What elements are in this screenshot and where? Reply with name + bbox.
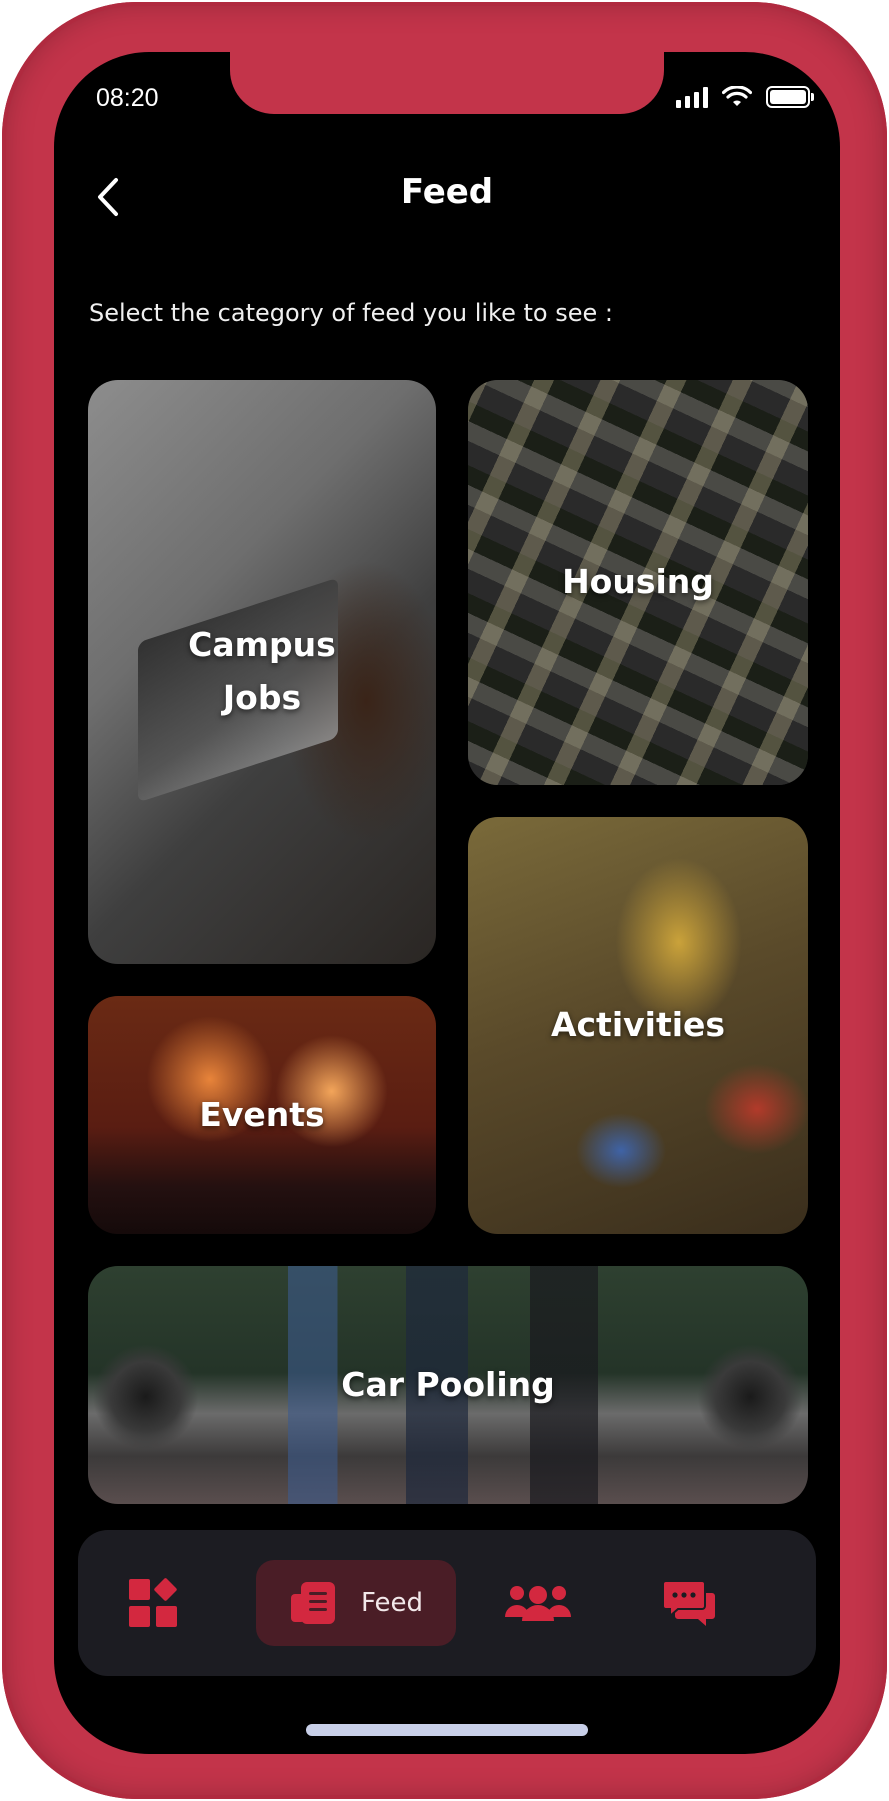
status-icons: [676, 86, 814, 108]
phone-frame: 08:20 Feed Select the category of feed y…: [2, 2, 887, 1799]
nav-chat[interactable]: [654, 1530, 724, 1676]
nav-feed-label: Feed: [360, 1588, 424, 1618]
car-pooling-label: Car Pooling: [341, 1364, 555, 1404]
wifi-icon: [722, 86, 752, 106]
nav-feed-active[interactable]: Feed: [256, 1560, 456, 1646]
notch: [230, 52, 664, 114]
home-indicator: [306, 1724, 588, 1736]
activities-label: Activities: [550, 1005, 726, 1045]
category-card-campus-jobs[interactable]: Campus Jobs: [88, 380, 436, 964]
category-prompt: Select the category of feed you like to …: [89, 299, 613, 327]
housing-label: Housing: [562, 562, 714, 602]
status-time: 08:20: [96, 84, 159, 112]
signal-icon: [676, 86, 708, 108]
category-card-events[interactable]: Events: [88, 996, 436, 1234]
bottom-nav-bar: Feed: [78, 1530, 816, 1676]
category-card-housing[interactable]: Housing: [468, 380, 808, 785]
dashboard-icon: [129, 1578, 177, 1627]
battery-icon: [766, 86, 814, 108]
events-label: Events: [199, 1094, 325, 1134]
nav-dashboard[interactable]: [118, 1530, 188, 1676]
page-title: Feed: [400, 172, 494, 212]
feed-icon: [290, 1582, 335, 1624]
campus-jobs-label: Campus Jobs: [188, 625, 336, 717]
category-card-activities[interactable]: Activities: [468, 817, 808, 1234]
nav-groups[interactable]: [498, 1530, 578, 1676]
group-icon: [505, 1586, 571, 1621]
phone-screen: 08:20 Feed Select the category of feed y…: [54, 52, 840, 1754]
chat-icon: [662, 1580, 715, 1626]
category-card-car-pooling[interactable]: Car Pooling: [88, 1266, 808, 1504]
